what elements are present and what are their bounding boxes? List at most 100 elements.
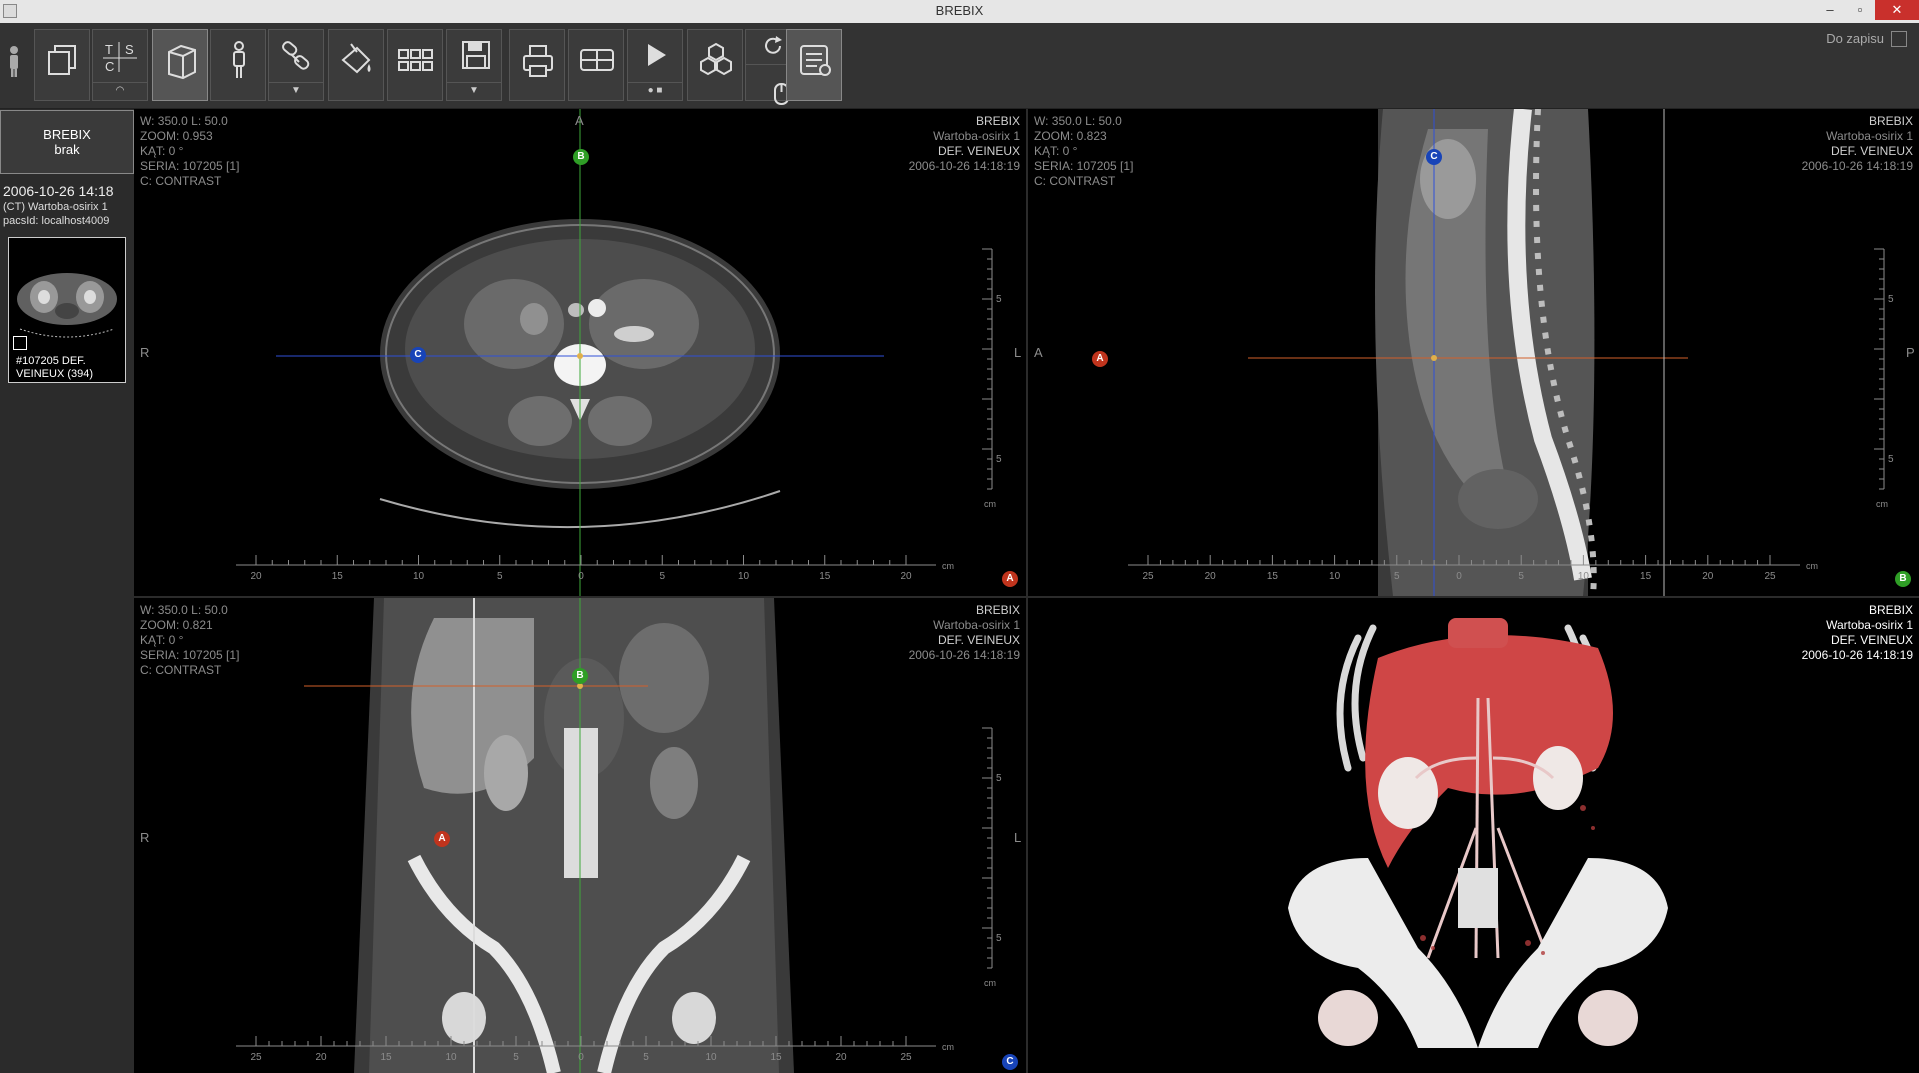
minimize-button[interactable]: – [1815,0,1845,20]
restore-button[interactable]: ▫ [1845,0,1875,20]
scale-label: 10 [705,1052,717,1063]
angle-text: KĄT: 0 ° [140,633,184,647]
orientation-left: R [140,830,150,845]
svg-text:S: S [125,42,134,57]
marker-a[interactable]: A [434,831,450,847]
scale-label: 20 [315,1052,327,1063]
series-name-text: DEF. VEINEUX [937,633,1020,647]
grid-layout-button[interactable] [387,29,443,101]
scale-label: 0 [578,571,584,582]
body-figure-button[interactable] [210,29,266,101]
save-button[interactable]: ▼ [446,29,502,101]
datetime-text: 2006-10-26 14:18:19 [1801,159,1913,173]
axial-horizontal-scale: 20 15 10 5 0 5 10 15 20 cm [236,555,954,582]
tsc-layout-button[interactable]: TSC ◠ [92,29,148,101]
scale-label: 5 [1888,454,1894,465]
zoom-text: ZOOM: 0.953 [140,129,213,143]
study-name: (CT) Wartoba-osirix 1 [3,201,108,213]
marker-c[interactable]: C [1426,149,1442,165]
study-datetime: 2006-10-26 14:18 [3,183,114,199]
study-text: Wartoba-osirix 1 [933,618,1020,632]
thumbnail-checkbox[interactable] [13,336,27,350]
study-text: Wartoba-osirix 1 [1826,129,1913,143]
scale-unit: cm [1876,499,1888,509]
sagittal-viewport[interactable]: W: 350.0 L: 50.0 ZOOM: 0.823 KĄT: 0 ° SE… [1028,109,1919,596]
scale-label: 10 [1578,571,1590,582]
svg-text:C: C [105,59,114,74]
axial-image [276,109,884,596]
zoom-text: ZOOM: 0.821 [140,618,213,632]
scale-label: 25 [250,1052,262,1063]
eye-icon[interactable]: ◠ [93,85,147,96]
volume-render-viewport[interactable]: BREBIX Wartoba-osirix 1 DEF. VEINEUX 200… [1028,598,1919,1073]
molecule-button[interactable] [687,29,743,101]
sagittal-horizontal-scale: 25 20 15 10 5 0 5 10 15 20 25 cm [1128,555,1818,582]
do-zapisu-checkbox[interactable] [1891,31,1907,47]
series-thumbnail[interactable]: #107205 DEF. VEINEUX (394) [8,237,126,383]
coronal-info-right: BREBIX Wartoba-osirix 1 DEF. VEINEUX 200… [909,603,1020,663]
marker-b[interactable]: B [572,668,588,684]
pacs-id: pacsId: localhost4009 [3,215,110,227]
coronal-vertical-scale: 5 5 cm [982,727,1002,988]
axial-viewport[interactable]: W: 350.0 L: 50.0 ZOOM: 0.953 KĄT: 0 ° SE… [134,109,1026,596]
orientation-right: L [1014,830,1022,845]
series-name-text: DEF. VEINEUX [1830,633,1913,647]
sagittal-image [1248,109,1688,596]
scale-unit: cm [942,1042,954,1052]
scale-label: 25 [900,1052,912,1063]
window-level-text: W: 350.0 L: 50.0 [1034,114,1122,128]
coronal-horizontal-scale: 25 20 15 10 5 0 5 10 15 20 25 cm [236,1036,954,1063]
scale-label: 10 [738,571,750,582]
sagittal-vertical-scale: 5 5 cm [1874,248,1894,509]
close-button[interactable]: ✕ [1875,0,1919,20]
scale-label: 15 [819,571,831,582]
scale-label: 15 [380,1052,392,1063]
paint-bucket-button[interactable] [328,29,384,101]
sagittal-info-left: W: 350.0 L: 50.0 ZOOM: 0.823 KĄT: 0 ° SE… [1034,114,1133,189]
record-icon[interactable]: ● ■ [628,85,682,96]
scale-label: 5 [1394,571,1400,582]
series-text: SERIA: 107205 [1] [1034,159,1134,173]
chevron-down-icon[interactable]: ▼ [269,85,323,96]
split-layout-button[interactable] [568,29,624,101]
axial-vertical-scale: 5 5 cm [982,248,1002,509]
chevron-down-icon[interactable]: ▼ [447,85,501,96]
scale-label: 0 [1456,571,1462,582]
brand-text: BREBIX [975,114,1020,128]
volume-info-right: BREBIX Wartoba-osirix 1 DEF. VEINEUX 200… [1802,603,1913,663]
main-toolbar: TSC ◠ ▼ ▼ ● ■ Do zapisu [0,23,1919,109]
scale-label: 5 [497,571,503,582]
patient-id: brak [54,142,80,157]
link-button[interactable]: ▼ [268,29,324,101]
marker-b[interactable]: B [573,149,589,165]
series-name-text: DEF. VEINEUX [1830,144,1913,158]
brand-text: BREBIX [1868,114,1913,128]
orientation-left: A [1034,345,1043,360]
volume-render-image [1288,618,1668,1048]
scale-label: 10 [413,571,425,582]
scale-label: 15 [770,1052,782,1063]
scale-label: 10 [1329,571,1341,582]
scale-label: 5 [1518,571,1524,582]
3d-view-button[interactable] [152,29,208,101]
patient-name: BREBIX [43,127,91,142]
study-sidebar: BREBIX brak 2006-10-26 14:18 (CT) Wartob… [0,109,134,1073]
marker-c[interactable]: C [410,347,426,363]
play-button[interactable]: ● ■ [627,29,683,101]
scale-label: 15 [1267,571,1279,582]
marker-a[interactable]: A [1092,351,1108,367]
patient-button[interactable]: BREBIX brak [0,110,134,174]
scale-label: 10 [445,1052,457,1063]
scale-label: 15 [332,571,344,582]
contrast-text: C: CONTRAST [140,663,222,677]
orientation-top: A [575,113,584,128]
scale-label: 5 [659,571,665,582]
coronal-viewport[interactable]: W: 350.0 L: 50.0 ZOOM: 0.821 KĄT: 0 ° SE… [134,598,1026,1073]
report-button[interactable] [786,29,842,101]
scale-label: 20 [1702,571,1714,582]
series-text: SERIA: 107205 [1] [140,648,240,662]
scale-label: 25 [1764,571,1776,582]
copy-windows-button[interactable] [34,29,90,101]
print-button[interactable] [509,29,565,101]
person-icon[interactable] [6,45,22,79]
